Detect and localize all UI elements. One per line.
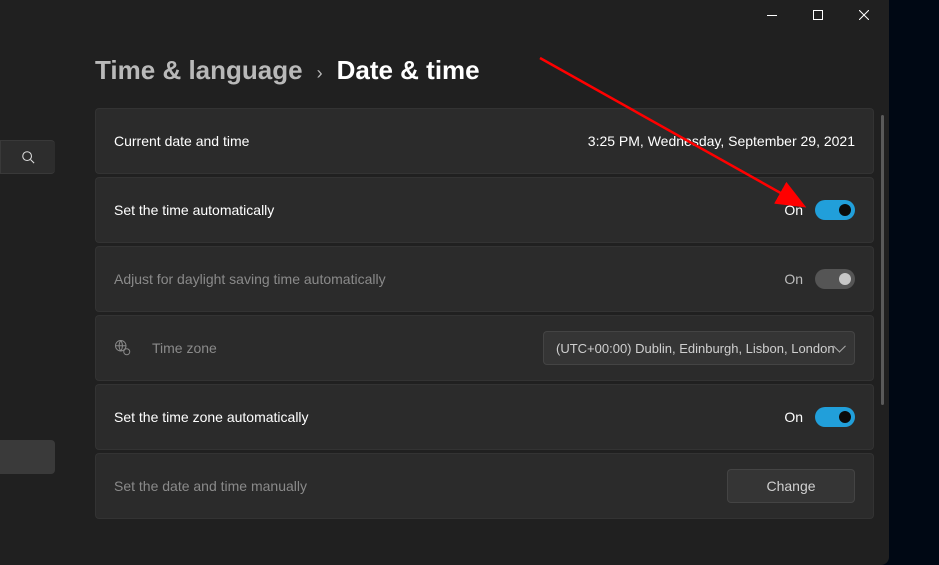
dst-auto-label: Adjust for daylight saving time automati… <box>114 271 386 287</box>
set-time-auto-toggle[interactable] <box>815 200 855 220</box>
maximize-icon <box>813 10 823 20</box>
set-time-auto-state: On <box>784 202 803 218</box>
maximize-button[interactable] <box>795 0 841 30</box>
row-set-time-auto[interactable]: Set the time automatically On <box>95 177 874 243</box>
minimize-button[interactable] <box>749 0 795 30</box>
breadcrumb-current: Date & time <box>337 55 480 86</box>
current-datetime-label: Current date and time <box>114 133 249 149</box>
set-manual-label: Set the date and time manually <box>114 478 307 494</box>
set-zone-auto-toggle[interactable] <box>815 407 855 427</box>
row-set-manual: Set the date and time manually Change <box>95 453 874 519</box>
search-icon <box>21 150 35 164</box>
row-timezone: Time zone (UTC+00:00) Dublin, Edinburgh,… <box>95 315 874 381</box>
scrollbar[interactable] <box>881 115 884 405</box>
sidebar-nav-item[interactable] <box>0 440 55 474</box>
row-current-datetime: Current date and time 3:25 PM, Wednesday… <box>95 108 874 174</box>
set-zone-auto-state: On <box>784 409 803 425</box>
set-zone-auto-label: Set the time zone automatically <box>114 409 309 425</box>
sidebar-search[interactable] <box>0 140 55 174</box>
chevron-right-icon: › <box>317 63 323 84</box>
timezone-label: Time zone <box>152 340 217 356</box>
titlebar <box>0 0 889 30</box>
row-set-zone-auto[interactable]: Set the time zone automatically On <box>95 384 874 450</box>
timezone-select: (UTC+00:00) Dublin, Edinburgh, Lisbon, L… <box>543 331 855 365</box>
timezone-selected-value: (UTC+00:00) Dublin, Edinburgh, Lisbon, L… <box>556 341 835 356</box>
change-button-label: Change <box>766 478 815 494</box>
change-button: Change <box>727 469 855 503</box>
minimize-icon <box>767 15 777 16</box>
dst-auto-toggle <box>815 269 855 289</box>
breadcrumb-parent[interactable]: Time & language <box>95 55 303 86</box>
close-icon <box>859 10 869 20</box>
globe-icon <box>114 339 132 357</box>
breadcrumb: Time & language › Date & time <box>95 55 874 86</box>
row-dst-auto: Adjust for daylight saving time automati… <box>95 246 874 312</box>
dst-auto-state: On <box>784 271 803 287</box>
set-time-auto-label: Set the time automatically <box>114 202 274 218</box>
current-datetime-value: 3:25 PM, Wednesday, September 29, 2021 <box>588 133 855 149</box>
content-area: Time & language › Date & time Current da… <box>95 55 874 519</box>
close-button[interactable] <box>841 0 887 30</box>
settings-window: Time & language › Date & time Current da… <box>0 0 889 565</box>
